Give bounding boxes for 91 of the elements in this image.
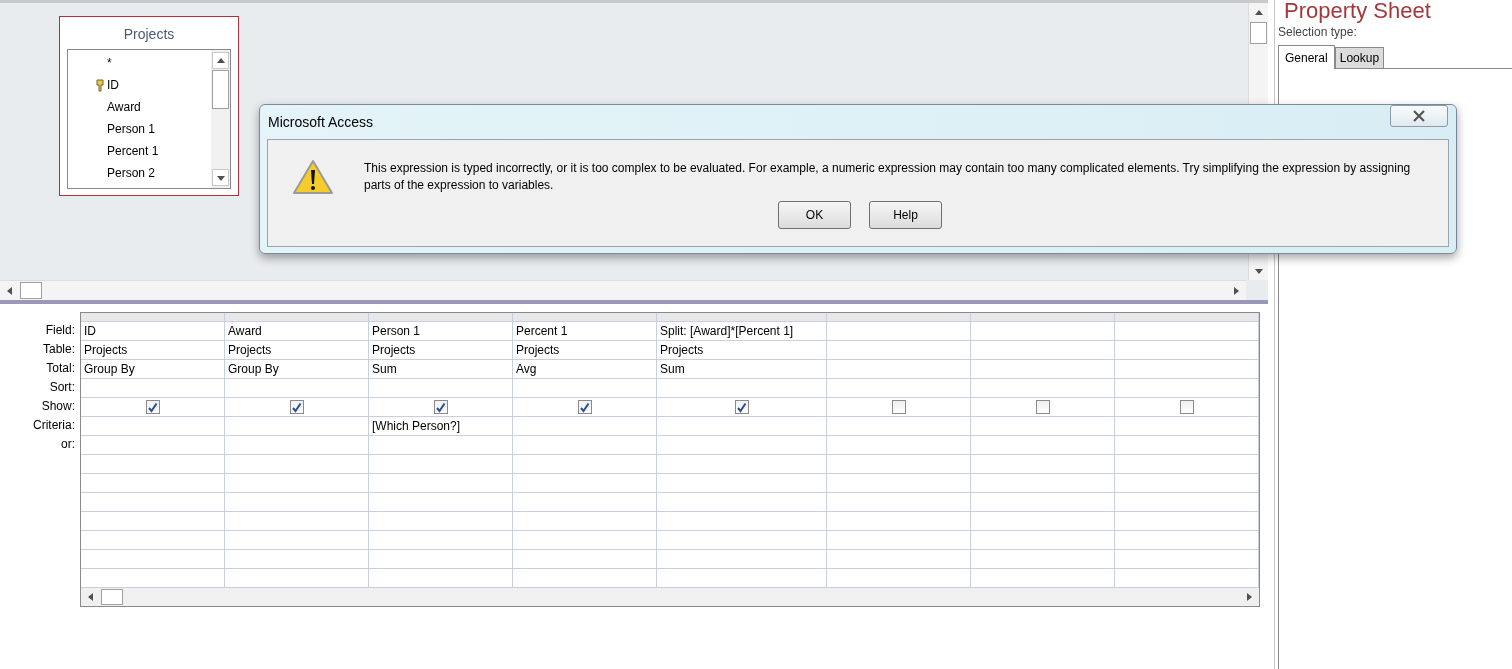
grid-row-cell[interactable] — [827, 398, 970, 417]
field-item[interactable]: Award — [107, 98, 141, 116]
show-checkbox[interactable] — [577, 400, 592, 414]
dialog-message: This expression is typed incorrectly, or it is too complex to be evaluated. For example, a numeric expression may contain too many complicated elements. Try simplifying the expression by assigning parts of the expression to variables. — [364, 160, 1412, 194]
cell-text: Split: [Award]*[Percent 1] — [660, 323, 794, 340]
cell-text: Projects — [228, 342, 272, 359]
column-selector[interactable] — [225, 313, 368, 322]
field-item[interactable]: Percent 1 — [107, 142, 159, 160]
cell-text: [Which Person?] — [372, 418, 461, 435]
column-selector[interactable] — [827, 313, 970, 322]
cell-text: Sum — [660, 361, 685, 378]
show-checkbox[interactable] — [289, 400, 304, 414]
column-selector[interactable] — [1115, 313, 1258, 322]
cell-text: Projects — [516, 342, 560, 359]
scroll-thumb[interactable] — [101, 589, 123, 605]
field-item[interactable]: Person 2 — [107, 164, 156, 182]
horizontal-scrollbar[interactable] — [81, 588, 1259, 606]
row-label: Sort: — [49, 379, 75, 396]
grid-row-cell[interactable]: ID — [81, 322, 224, 341]
grid-row-cell[interactable]: Percent 1 — [513, 322, 656, 341]
scroll-thumb[interactable] — [1250, 22, 1267, 44]
show-checkbox[interactable] — [891, 400, 906, 414]
dialog-title: Microsoft Access — [267, 112, 375, 132]
column-selector[interactable] — [369, 313, 512, 322]
tab[interactable]: General — [1278, 45, 1335, 69]
grid-row-cell[interactable]: Projects — [513, 341, 656, 360]
grid-row-cell[interactable]: Group By — [225, 360, 368, 379]
cell-text: ID — [84, 323, 96, 340]
field-item[interactable]: ID — [107, 76, 119, 94]
field-item[interactable]: * — [107, 54, 112, 72]
close-icon — [1412, 110, 1426, 122]
grid-row-cell[interactable]: Projects — [369, 341, 512, 360]
row-label: Field: — [45, 322, 75, 339]
field-item[interactable]: Person 1 — [107, 120, 156, 138]
cell-text: Projects — [660, 342, 704, 359]
tab[interactable]: Lookup — [1334, 47, 1385, 68]
grid-row-cell[interactable] — [1115, 398, 1258, 417]
grid-row-cell[interactable] — [971, 398, 1114, 417]
show-checkbox[interactable] — [145, 400, 160, 414]
cell-text: Percent 1 — [516, 323, 568, 340]
scroll-thumb[interactable] — [20, 282, 42, 299]
property-sheet-title: Property Sheet — [1283, 0, 1432, 22]
grid-row-cell[interactable]: Person 1 — [369, 322, 512, 341]
row-label: Total: — [46, 360, 75, 377]
cell-text: Avg — [516, 361, 537, 378]
column-selector[interactable] — [513, 313, 656, 322]
grid-row-cell[interactable]: Group By — [81, 360, 224, 379]
cell-text: Sum — [372, 361, 397, 378]
scroll-thumb[interactable] — [212, 70, 229, 109]
show-checkbox[interactable] — [1179, 400, 1194, 414]
scroll-right-icon[interactable] — [1231, 285, 1241, 296]
cell-text: Group By — [228, 361, 279, 378]
scroll-right-icon[interactable] — [1244, 592, 1254, 602]
grid-row-cell[interactable]: Avg — [513, 360, 656, 379]
grid-row-cell[interactable] — [513, 398, 656, 417]
selection-type-label: Selection type: — [1278, 24, 1358, 41]
grid-row-cell[interactable] — [657, 398, 826, 417]
grid-row-cell[interactable]: Projects — [657, 341, 826, 360]
table-title: Projects — [123, 25, 175, 44]
column-selector[interactable] — [81, 313, 224, 322]
horizontal-scrollbar[interactable] — [0, 280, 1246, 300]
grid-row-cell[interactable] — [81, 398, 224, 417]
scroll-left-icon[interactable] — [5, 285, 15, 296]
row-label: Table: — [42, 341, 75, 358]
grid-row-cell[interactable] — [225, 398, 368, 417]
grid-row-cell[interactable]: Projects — [225, 341, 368, 360]
dialog-button[interactable]: OK — [778, 201, 851, 229]
show-checkbox[interactable] — [1035, 400, 1050, 414]
close-button[interactable] — [1390, 105, 1448, 127]
row-label: or: — [61, 436, 75, 453]
grid-row-cell[interactable]: Award — [225, 322, 368, 341]
column-selector[interactable] — [971, 313, 1114, 322]
row-label: Show: — [41, 398, 75, 415]
grid-row-cell[interactable]: [Which Person?] — [369, 417, 512, 436]
grid-row-cell[interactable] — [369, 398, 512, 417]
show-checkbox[interactable] — [734, 400, 749, 414]
cell-text: Projects — [372, 342, 416, 359]
column-selector[interactable] — [657, 313, 826, 322]
grid-row-cell[interactable]: Projects — [81, 341, 224, 360]
cell-text: Projects — [84, 342, 128, 359]
grid-row-cell[interactable]: Split: [Award]*[Percent 1] — [657, 322, 826, 341]
cell-text: Award — [228, 323, 262, 340]
grid-row-cell[interactable]: Sum — [369, 360, 512, 379]
warning-icon — [292, 159, 334, 195]
show-checkbox[interactable] — [433, 400, 448, 414]
row-label: Criteria: — [33, 417, 75, 434]
dialog-button[interactable]: Help — [869, 201, 942, 229]
cell-text: Group By — [84, 361, 135, 378]
scroll-left-icon[interactable] — [86, 592, 96, 602]
cell-text: Person 1 — [372, 323, 421, 340]
grid-row-cell[interactable]: Sum — [657, 360, 826, 379]
